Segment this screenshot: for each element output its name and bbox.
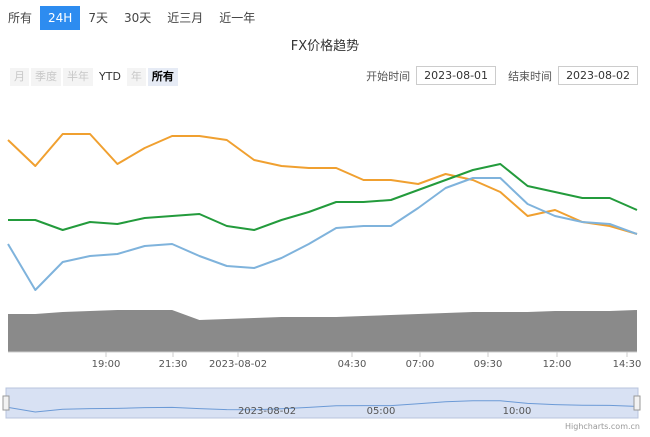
navigator-tick-label: 10:00: [503, 406, 532, 417]
x-tick-label: 04:30: [338, 359, 367, 370]
x-tick-label: 19:00: [92, 359, 121, 370]
x-tick-label: 09:30: [474, 359, 503, 370]
navigator-window: [5, 387, 639, 419]
credit-text: Highcharts.com.cn: [565, 422, 640, 431]
series-line-1: [8, 163, 638, 231]
series-line-0: [7, 133, 638, 235]
navigator-handle-left[interactable]: [2, 395, 10, 411]
series-line-2: [7, 177, 638, 291]
x-tick-label: 2023-08-02: [209, 359, 267, 370]
navigator-handle-right[interactable]: [633, 395, 641, 411]
x-tick-label: 14:30: [613, 359, 642, 370]
navigator-tick-label: 05:00: [367, 406, 396, 417]
volume-area: [8, 310, 637, 352]
x-tick-label: 07:00: [406, 359, 435, 370]
navigator-tick-label: 2023-08-02: [238, 406, 296, 417]
x-tick-label: 21:30: [159, 359, 188, 370]
x-tick-label: 12:00: [543, 359, 572, 370]
price-trend-chart: 19:00 21:30 2023-08-02 04:30 07:00 09:30 12:00…: [2, 133, 642, 431]
